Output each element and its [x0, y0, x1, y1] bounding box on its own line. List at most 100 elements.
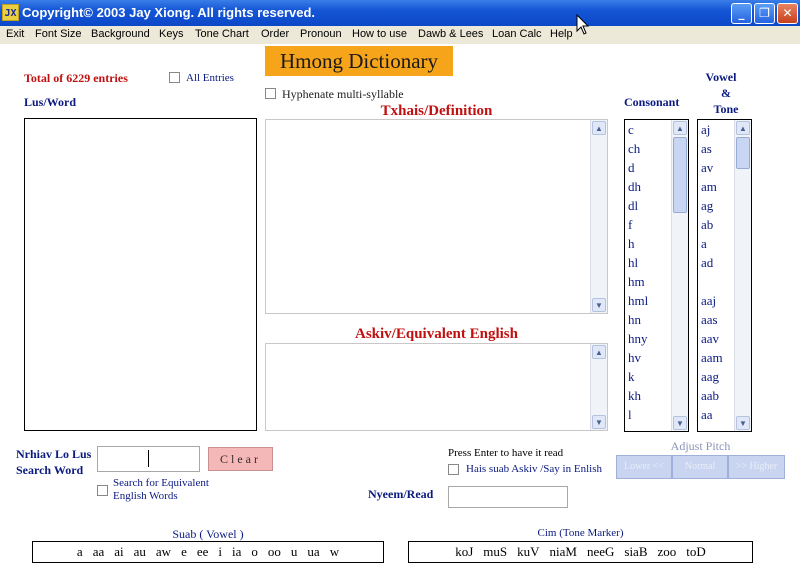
consonant-item[interactable]: ch [625, 141, 672, 160]
vowel-key[interactable]: ua [307, 542, 319, 562]
vowel-tone-item[interactable]: aab [698, 388, 735, 407]
consonant-item[interactable]: hn [625, 312, 672, 331]
vowel-scrollbar[interactable]: ▲ ▼ [734, 120, 751, 431]
say-english-checkbox[interactable] [448, 464, 459, 475]
menu-exit[interactable]: Exit [6, 28, 24, 40]
scroll-down-icon[interactable]: ▼ [592, 298, 606, 312]
vowel-key[interactable]: oo [268, 542, 281, 562]
vowel-key[interactable]: i [218, 542, 222, 562]
tone-key[interactable]: neeG [587, 542, 614, 562]
vowel-key[interactable]: o [251, 542, 258, 562]
word-list[interactable] [24, 118, 257, 431]
scroll-up-icon[interactable]: ▲ [592, 121, 606, 135]
consonant-item[interactable]: hny [625, 331, 672, 350]
vowel-key[interactable]: au [134, 542, 146, 562]
scroll-thumb[interactable] [736, 137, 750, 169]
vowel-tone-item[interactable]: ab [698, 217, 735, 236]
vowel-key[interactable]: u [291, 542, 298, 562]
menu-help[interactable]: Help [550, 28, 573, 40]
vowel-key[interactable]: ai [114, 542, 123, 562]
vowel-tone-item[interactable]: am [698, 179, 735, 198]
scroll-up-icon[interactable]: ▲ [592, 345, 606, 359]
consonant-item[interactable]: l [625, 407, 672, 426]
consonant-item[interactable]: hml [625, 293, 672, 312]
menu-dawb-lees[interactable]: Dawb & Lees [418, 28, 483, 40]
scroll-down-icon[interactable]: ▼ [736, 416, 750, 430]
consonant-item[interactable]: dh [625, 179, 672, 198]
vowel-key[interactable]: ia [232, 542, 241, 562]
vowel-tone-item[interactable] [698, 274, 735, 293]
vowel-tone-item[interactable]: ag [698, 198, 735, 217]
clear-button[interactable]: Clear [208, 447, 273, 471]
app-icon: JX [2, 4, 19, 21]
consonant-item[interactable]: hm [625, 274, 672, 293]
consonant-label: Consonant [624, 95, 680, 109]
vowel-tone-item[interactable]: ad [698, 255, 735, 274]
consonant-item[interactable]: d [625, 160, 672, 179]
menu-keys[interactable]: Keys [159, 28, 183, 40]
vowel-key[interactable]: aw [156, 542, 171, 562]
vowel-tone-list[interactable]: aj as av am ag ab a ad aaj aas aav aam aag aab aa ▲ ▼ [697, 119, 752, 432]
scroll-up-icon[interactable]: ▲ [673, 121, 687, 135]
definition-scrollbar[interactable]: ▲ ▼ [590, 120, 607, 313]
vowel-tone-item[interactable]: aaj [698, 293, 735, 312]
consonant-item[interactable]: h [625, 236, 672, 255]
vowel-key[interactable]: e [181, 542, 187, 562]
consonant-item[interactable]: dl [625, 198, 672, 217]
menu-pronoun[interactable]: Pronoun [300, 28, 342, 40]
app-title: Hmong Dictionary [265, 46, 453, 76]
hyphenate-checkbox[interactable] [265, 88, 276, 99]
maximize-button[interactable]: ❐ [754, 3, 775, 24]
vowel-key[interactable]: a [77, 542, 83, 562]
read-input[interactable] [448, 486, 568, 508]
pitch-higher-button[interactable]: >> Higher [728, 455, 785, 479]
menu-loan-calc[interactable]: Loan Calc [492, 28, 542, 40]
vowel-tone-item[interactable]: aas [698, 312, 735, 331]
vowel-tone-item[interactable]: aj [698, 122, 735, 141]
vowel-key[interactable]: aa [93, 542, 105, 562]
vowel-tone-item[interactable]: a [698, 236, 735, 255]
consonant-item[interactable]: f [625, 217, 672, 236]
menu-font-size[interactable]: Font Size [35, 28, 81, 40]
vowel-tone-item[interactable]: aam [698, 350, 735, 369]
consonant-list[interactable]: c ch d dh dl f h hl hm hml hn hny hv k kh l ▲ ▼ [624, 119, 689, 432]
scroll-down-icon[interactable]: ▼ [673, 416, 687, 430]
pitch-normal-button[interactable]: Normal [672, 455, 728, 479]
scroll-down-icon[interactable]: ▼ [592, 415, 606, 429]
vowel-tone-item[interactable]: aa [698, 407, 735, 426]
tone-key[interactable]: siaB [624, 542, 647, 562]
vowel-key[interactable]: ee [197, 542, 209, 562]
consonant-item[interactable]: kh [625, 388, 672, 407]
all-entries-checkbox[interactable] [169, 72, 180, 83]
scroll-thumb[interactable] [673, 137, 687, 213]
vowel-key[interactable]: w [330, 542, 339, 562]
menu-background[interactable]: Background [91, 28, 150, 40]
menu-order[interactable]: Order [261, 28, 289, 40]
search-equivalent-checkbox[interactable] [97, 485, 108, 496]
menu-tone-chart[interactable]: Tone Chart [195, 28, 249, 40]
consonant-scrollbar[interactable]: ▲ ▼ [671, 120, 688, 431]
definition-textarea[interactable]: ▲ ▼ [265, 119, 608, 314]
consonant-item[interactable]: c [625, 122, 672, 141]
vowel-tone-item[interactable]: aag [698, 369, 735, 388]
consonant-item[interactable]: hv [625, 350, 672, 369]
consonant-item[interactable]: hl [625, 255, 672, 274]
menu-how-to-use[interactable]: How to use [352, 28, 407, 40]
tone-key[interactable]: muS [483, 542, 507, 562]
mouse-cursor-icon [576, 14, 590, 35]
tone-key[interactable]: toD [686, 542, 706, 562]
equivalent-textarea[interactable]: ▲ ▼ [265, 343, 608, 431]
consonant-item[interactable]: k [625, 369, 672, 388]
vowel-tone-item[interactable]: aav [698, 331, 735, 350]
tone-key[interactable]: niaM [550, 542, 577, 562]
close-button[interactable]: ✕ [777, 3, 798, 24]
scroll-up-icon[interactable]: ▲ [736, 121, 750, 135]
equivalent-scrollbar[interactable]: ▲ ▼ [590, 344, 607, 430]
minimize-button[interactable]: _ [731, 3, 752, 24]
tone-key[interactable]: zoo [658, 542, 677, 562]
pitch-lower-button[interactable]: Lower << [616, 455, 672, 479]
tone-key[interactable]: kuV [517, 542, 539, 562]
tone-key[interactable]: koJ [455, 542, 473, 562]
vowel-tone-item[interactable]: as [698, 141, 735, 160]
vowel-tone-item[interactable]: av [698, 160, 735, 179]
